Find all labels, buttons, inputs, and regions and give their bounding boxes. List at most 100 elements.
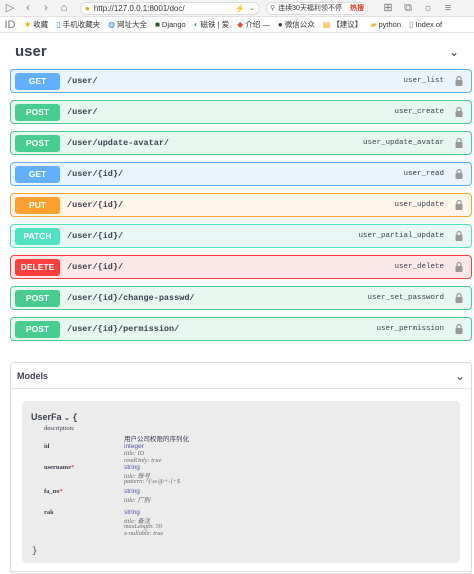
- bookmark-label: 微信公众: [284, 20, 315, 29]
- model-toggle-icon[interactable]: ⌄: [64, 415, 70, 422]
- bookmark-label: python: [378, 20, 401, 29]
- property-name: rak: [44, 509, 54, 516]
- models-header[interactable]: Models ⌄: [11, 363, 471, 389]
- home-icon[interactable]: ⌂: [58, 0, 70, 17]
- browser-toolbar: ▷ ‹ › ⌂ ● http://127.0.0.1:8001/doc/ ⚡ ⌄…: [0, 0, 474, 17]
- bookmark-python[interactable]: ▰ python: [370, 20, 401, 29]
- operation-id: user_update: [394, 201, 444, 209]
- bookmark-wechat[interactable]: ● 微信公众: [278, 19, 315, 30]
- method-badge: POST: [15, 289, 60, 307]
- operation-id: user_set_password: [367, 294, 444, 302]
- address-bar[interactable]: ● http://127.0.0.1:8001/doc/ ⚡ ⌄: [80, 1, 260, 15]
- operation-id: user_permission: [376, 325, 444, 333]
- property-name: id: [44, 443, 50, 450]
- lock-icon[interactable]: [454, 292, 464, 304]
- bookmark-intro[interactable]: ◆ 介绍 —: [237, 19, 270, 30]
- lightning-icon[interactable]: ⚡: [235, 4, 245, 13]
- operation-path: /user/update-avatar/: [67, 138, 170, 148]
- page-icon: ▯: [409, 20, 414, 29]
- operation-patch-row[interactable]: PATCH/user/{id}/ user_partial_update: [10, 224, 472, 248]
- description-value: 用户公司权限的序列化: [124, 436, 189, 443]
- address-url: http://127.0.0.1:8001/doc/: [93, 3, 185, 13]
- bookmark-suggest[interactable]: ▤ 【建议】: [323, 19, 363, 30]
- operation-delete-row[interactable]: DELETE/user/{id}/ user_delete: [10, 255, 472, 279]
- operation-put-row[interactable]: PUT/user/{id}/ user_update: [10, 193, 472, 217]
- phone-icon: ▯: [56, 20, 61, 29]
- split-view-icon[interactable]: ⧉: [402, 0, 414, 17]
- operation-path: /user/{id}/: [67, 231, 124, 241]
- operation-post-row[interactable]: POST/user/{id}/change-passwd/user_set_pa…: [10, 286, 472, 310]
- magnet-icon: ◐: [193, 20, 199, 29]
- operation-path: /user/{id}/: [67, 200, 124, 210]
- bookmark-label: Django: [161, 20, 186, 29]
- hot-badge: 热搜: [350, 5, 364, 12]
- dropdown-chevron-icon[interactable]: ⌄: [249, 4, 255, 12]
- info-icon: ◆: [237, 20, 244, 29]
- property-meta: maxLength: 50: [124, 523, 162, 530]
- back-icon[interactable]: ‹: [22, 0, 34, 17]
- lock-icon[interactable]: [454, 199, 464, 211]
- panel-icon[interactable]: ID: [4, 17, 16, 32]
- django-icon: ■: [155, 20, 160, 29]
- method-badge: PUT: [15, 196, 60, 214]
- lock-icon[interactable]: [454, 230, 464, 242]
- lock-icon[interactable]: [454, 261, 464, 273]
- search-icon: ⚲: [270, 5, 276, 12]
- lock-icon[interactable]: [454, 137, 464, 149]
- bookmark-favorites[interactable]: ★ 收藏: [24, 19, 48, 30]
- operation-path: /user/{id}/permission/: [67, 324, 180, 334]
- doc-icon: ▤: [322, 20, 331, 29]
- property-type: string: [124, 509, 140, 516]
- chevron-down-icon[interactable]: ⌄: [449, 45, 465, 59]
- model-box: UserFa ⌄ { description: 用户公司权限的序列化 id int…: [22, 401, 460, 563]
- sidebar-toggle-icon[interactable]: ▷: [4, 0, 16, 17]
- forward-icon[interactable]: ›: [40, 0, 52, 17]
- models-title: Models: [17, 370, 49, 381]
- lock-icon[interactable]: [454, 75, 464, 87]
- bookmark-label: 介绍 —: [245, 20, 270, 29]
- lock-icon[interactable]: [454, 106, 464, 118]
- site-info-icon[interactable]: ●: [85, 4, 90, 13]
- bookmark-label: 手机收藏夹: [62, 20, 101, 29]
- operation-get-row[interactable]: GET/user/{id}/ user_read: [10, 162, 472, 186]
- method-badge: POST: [15, 134, 60, 152]
- grid-icon[interactable]: ⊞: [382, 0, 394, 17]
- property-meta: title: ID: [124, 450, 145, 457]
- operation-post-row[interactable]: POST/user/user_create: [10, 100, 472, 124]
- bookmark-index[interactable]: ▯ Index of: [409, 20, 442, 29]
- tag-title: user: [15, 43, 47, 60]
- operation-post-row[interactable]: POST/user/update-avatar/user_update_avat…: [10, 131, 472, 155]
- bookmark-magnet[interactable]: ◐ 磁铁 | 爱: [194, 19, 229, 30]
- method-badge: POST: [15, 320, 60, 338]
- menu-icon[interactable]: ≡: [442, 0, 454, 17]
- star-icon: ★: [24, 20, 32, 29]
- lock-icon[interactable]: [454, 168, 464, 180]
- method-badge: GET: [15, 72, 60, 90]
- bookmark-django[interactable]: ■ Django: [155, 20, 186, 29]
- lock-icon[interactable]: [454, 323, 464, 335]
- operation-id: user_update_avatar: [362, 139, 444, 147]
- method-badge: POST: [15, 103, 60, 121]
- property-name: fa_no: [44, 488, 63, 495]
- search-input[interactable]: ⚲ 连续30天福利领不停 热搜: [266, 1, 368, 15]
- operation-path: /user/: [67, 107, 98, 117]
- operation-id: user_list: [403, 77, 444, 85]
- property-name: username: [44, 464, 74, 471]
- method-badge: DELETE: [15, 258, 60, 276]
- operation-post-row[interactable]: POST/user/{id}/permission/user_permissio…: [10, 317, 472, 341]
- description-label: description:: [44, 425, 75, 432]
- operation-id: user_partial_update: [358, 232, 444, 240]
- model-name-row[interactable]: UserFa ⌄ {: [31, 412, 78, 423]
- tag-section-header[interactable]: user ⌄: [9, 34, 465, 70]
- brightness-icon[interactable]: ☼: [422, 0, 434, 17]
- wechat-icon: ●: [277, 20, 283, 29]
- bookmark-mobile[interactable]: ▯ 手机收藏夹: [56, 19, 100, 30]
- bookmark-label: 磁铁 | 爱: [200, 20, 230, 29]
- bookmarks-bar: ID ★ 收藏 ▯ 手机收藏夹 ◍ 网址大全 ■ Django ◐ 磁铁 | 爱…: [0, 17, 474, 33]
- operation-get-row[interactable]: GET/user/user_list: [10, 69, 472, 93]
- method-badge: PATCH: [15, 227, 60, 245]
- property-type: string: [124, 464, 140, 471]
- property-meta: readOnly: true: [124, 457, 162, 464]
- chevron-down-icon[interactable]: ⌄: [455, 369, 465, 383]
- bookmark-sites[interactable]: ◍ 网址大全: [108, 19, 147, 30]
